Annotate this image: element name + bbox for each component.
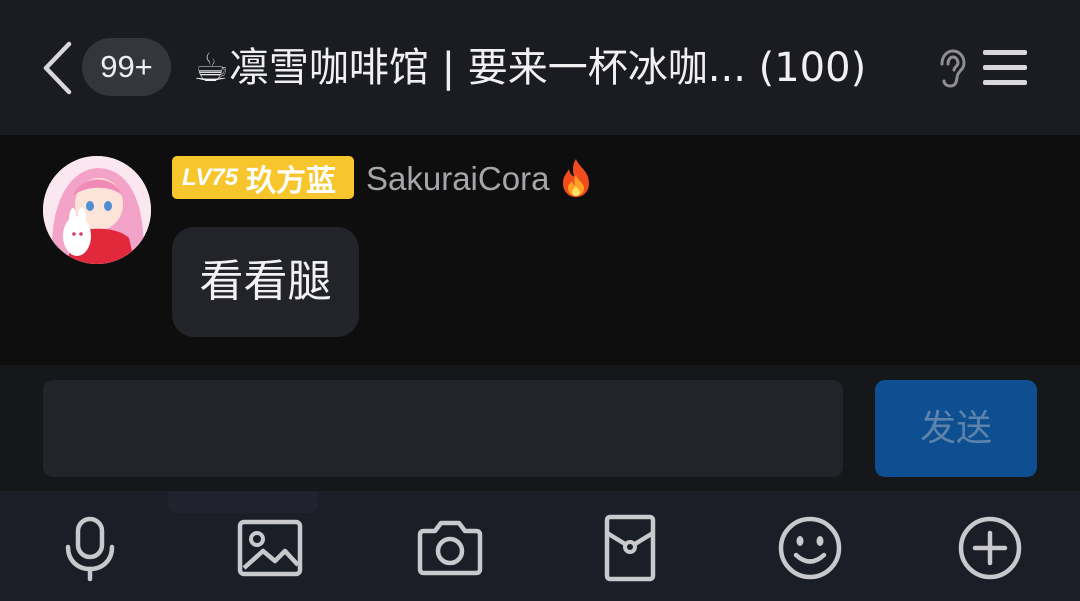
hamburger-icon	[983, 50, 1027, 85]
avatar[interactable]	[43, 156, 151, 264]
chat-title[interactable]: ☕凛雪咖啡馆 | 要来一杯冰咖... (100)	[193, 36, 928, 100]
camera-button[interactable]	[415, 513, 485, 583]
emoji-button[interactable]	[775, 513, 845, 583]
chevron-left-icon	[43, 41, 72, 95]
image-icon	[237, 519, 303, 577]
send-button[interactable]: 发送	[875, 380, 1037, 477]
menu-button[interactable]	[980, 48, 1030, 88]
composer: 发送	[0, 365, 1080, 491]
red-packet-button[interactable]	[595, 513, 665, 583]
mic-icon	[65, 516, 115, 582]
image-button[interactable]	[235, 513, 305, 583]
voice-button[interactable]	[55, 513, 125, 583]
back-button[interactable]	[38, 38, 78, 98]
emoji-icon	[778, 516, 842, 580]
level-badge: LV75 玖方蓝	[172, 156, 354, 199]
sender-name[interactable]: SakuraiCora	[366, 155, 549, 203]
chat-title-text: 凛雪咖啡馆 | 要来一杯冰咖... (100)	[228, 45, 867, 91]
ear-icon	[940, 49, 966, 88]
member-title: 玖方蓝	[246, 163, 337, 199]
camera-icon	[417, 520, 483, 576]
drag-hint	[168, 491, 318, 513]
level-text: LV75	[182, 163, 239, 191]
ear-mode-button[interactable]	[936, 48, 968, 90]
plus-icon	[958, 516, 1022, 580]
fire-icon	[557, 157, 595, 199]
anime-avatar-icon	[43, 156, 151, 264]
unread-badge[interactable]: 99+	[82, 38, 171, 96]
chat-header: 99+ ☕凛雪咖啡馆 | 要来一杯冰咖... (100)	[0, 0, 1080, 135]
more-button[interactable]	[955, 513, 1025, 583]
composer-toolbar	[0, 491, 1080, 601]
message-bubble[interactable]: 看看腿	[172, 227, 359, 337]
message-input[interactable]	[43, 380, 843, 477]
coffee-emoji-icon: ☕	[193, 45, 229, 91]
red-packet-icon	[604, 514, 656, 582]
message-list: LV75 玖方蓝 SakuraiCora 看看腿	[0, 135, 1080, 365]
